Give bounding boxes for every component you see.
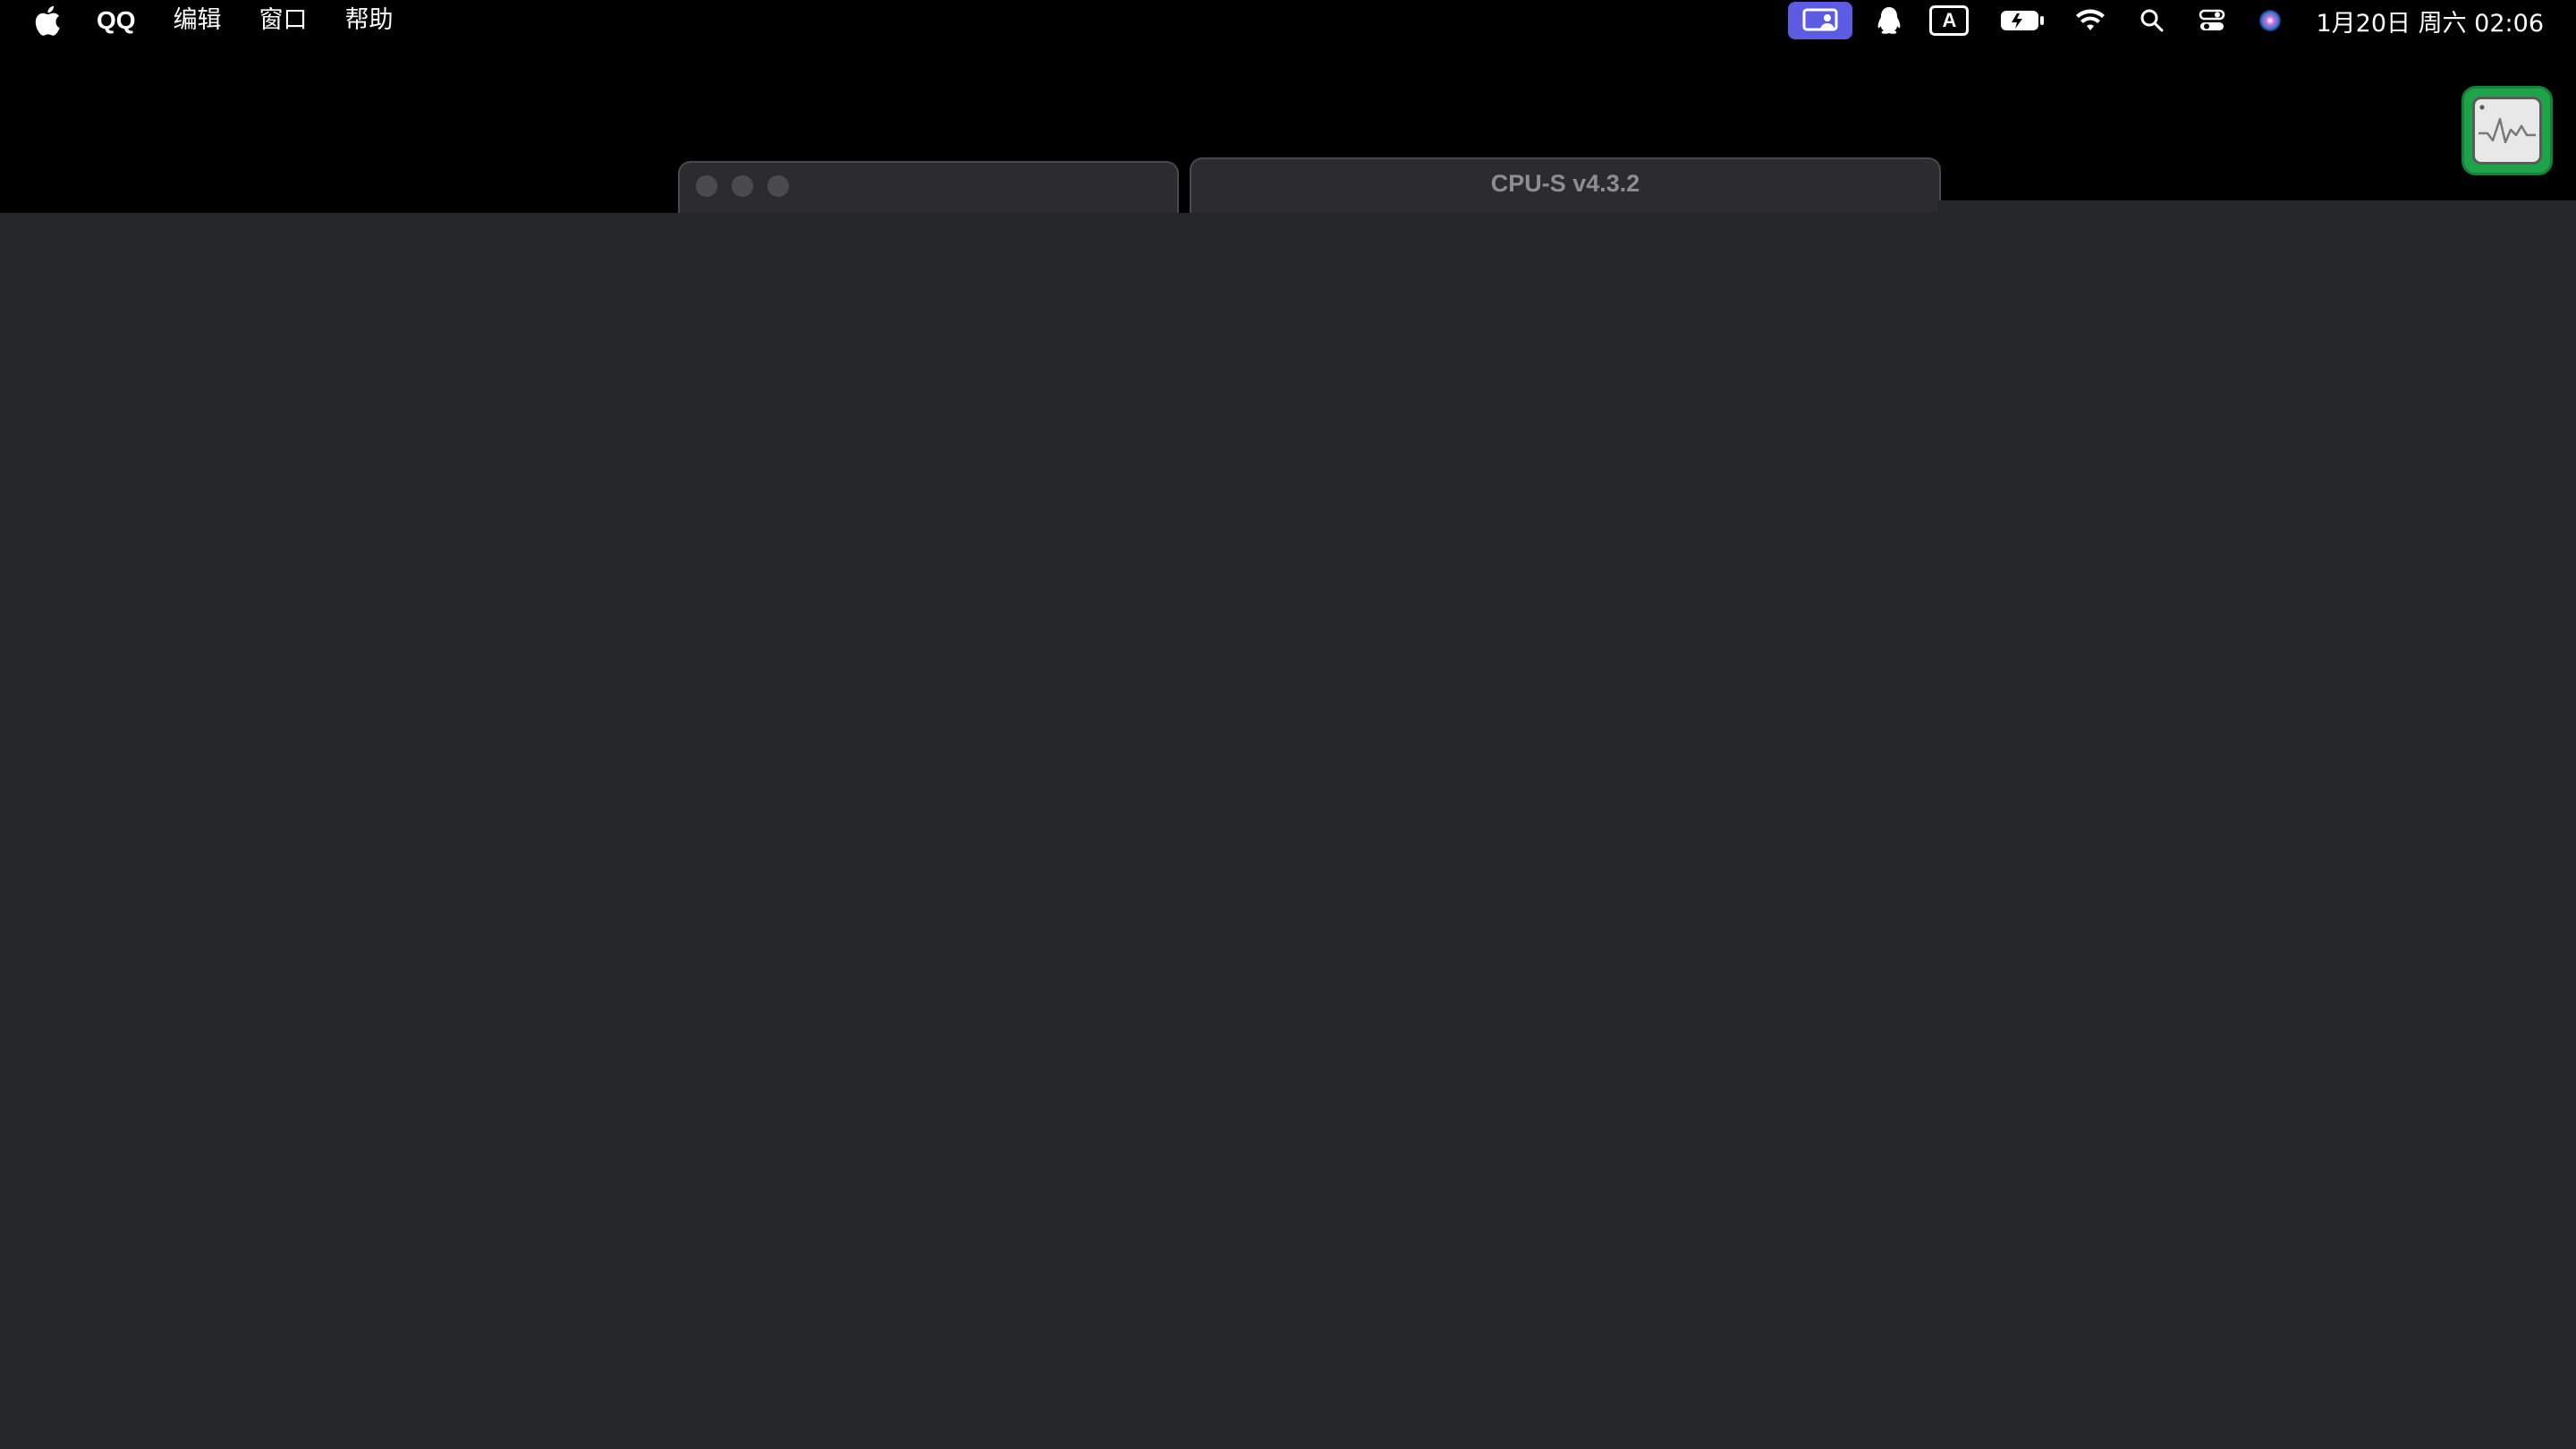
- menu-bar: QQ 编辑 窗口 帮助 A 1月20日 周六 02:06: [0, 0, 2576, 41]
- menu-bar-right: A 1月20日 周六 02:06: [1788, 0, 2576, 41]
- menu-app-name[interactable]: QQ: [97, 0, 136, 41]
- siri-icon[interactable]: [2257, 0, 2284, 41]
- menu-window[interactable]: 窗口: [259, 0, 308, 41]
- activity-monitor-screen: [2472, 97, 2542, 165]
- close-button[interactable]: [696, 175, 717, 197]
- control-center-icon[interactable]: [2198, 0, 2226, 41]
- input-method-icon[interactable]: A: [1929, 5, 1970, 36]
- qq-penguin-icon[interactable]: [1876, 0, 1902, 41]
- menu-bar-left: QQ 编辑 窗口 帮助: [0, 0, 431, 41]
- desktop-screen: QQ 编辑 窗口 帮助 A 1月20日 周六 02:06 CPU-S v4.3.…: [0, 0, 2576, 1449]
- window-content-area[interactable]: [0, 213, 2576, 1449]
- cpu-window-titlebar[interactable]: CPU-S v4.3.2: [1190, 157, 1941, 216]
- search-icon[interactable]: [2139, 0, 2165, 41]
- wifi-icon[interactable]: [2074, 0, 2106, 41]
- apple-logo-icon[interactable]: [34, 5, 61, 36]
- battery-icon[interactable]: [1997, 0, 2047, 41]
- minimize-button[interactable]: [732, 175, 753, 197]
- cpu-window-title: CPU-S v4.3.2: [1490, 170, 1640, 197]
- window-titlebar-left[interactable]: [678, 161, 1179, 216]
- zoom-button[interactable]: [767, 175, 789, 197]
- menu-clock[interactable]: 1月20日 周六 02:06: [2316, 4, 2544, 38]
- activity-monitor-icon[interactable]: [2462, 86, 2553, 175]
- menu-help[interactable]: 帮助: [345, 0, 394, 41]
- window-controls: [696, 175, 803, 197]
- menu-edit[interactable]: 编辑: [174, 0, 222, 41]
- screen-share-icon[interactable]: [1788, 2, 1853, 39]
